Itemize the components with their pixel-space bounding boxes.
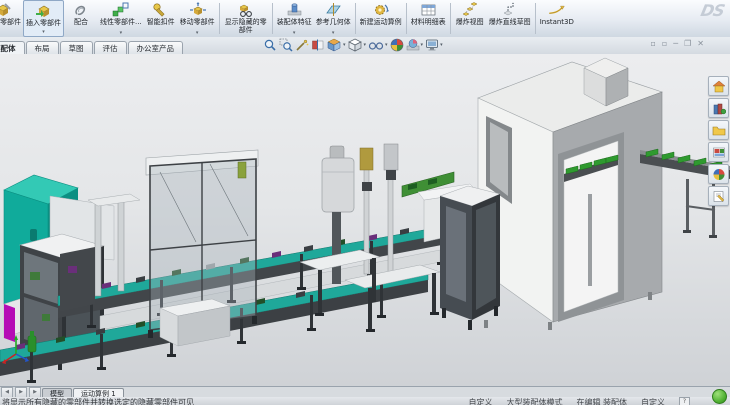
toolbar-separator — [219, 3, 220, 34]
notification-badge[interactable] — [712, 389, 727, 404]
status-bar: 将显示所有隐藏的零部件并转换选定的隐藏零部件可见 自定义 大型装配体模式 在编辑… — [0, 397, 730, 405]
dropdown-caret-icon[interactable]: ▾ — [364, 42, 367, 48]
tab-office-products[interactable]: 办公室产品 — [128, 41, 184, 54]
design-library-button[interactable] — [708, 98, 729, 118]
mate-button[interactable]: 配合 — [64, 0, 98, 37]
toolbar-separator — [355, 3, 356, 34]
bill-of-materials-button[interactable]: 材料明细表 — [409, 0, 448, 37]
tab-layout[interactable]: 布局 — [26, 41, 59, 54]
explode-line-sketch-button[interactable]: 爆炸直线草图 — [487, 0, 533, 37]
section-view-icon[interactable] — [311, 38, 325, 52]
smart-fasteners-icon — [152, 2, 169, 18]
zoom-to-area-icon[interactable] — [279, 38, 293, 52]
minimize-icon[interactable]: ─ — [673, 39, 678, 49]
restore-icon[interactable]: ❐ — [684, 39, 691, 49]
restore-doc-icon[interactable]: ▫ — [650, 39, 655, 49]
appearances-scenes-button[interactable] — [708, 164, 729, 184]
exploded-view-icon — [461, 2, 478, 18]
apply-scene-icon[interactable]: ▾ — [406, 38, 424, 52]
command-manager-tabs: 装配体 布局 草图 评估 办公室产品 ▾ ▾ — [0, 37, 730, 55]
display-style-icon[interactable]: ▾ — [348, 38, 367, 52]
toolbar-separator — [406, 3, 407, 34]
view-palette-button[interactable] — [708, 142, 729, 162]
status-editing-assembly: 在编辑 装配体 — [576, 397, 627, 405]
custom-properties-button[interactable] — [708, 186, 729, 206]
assembly-features-icon — [286, 2, 303, 18]
toolbar-separator — [272, 3, 273, 34]
command-manager-toolbar: 编辑零部件 插入零部件 ▾ 配合 线性零部件... — [0, 0, 730, 38]
instant3d-button[interactable]: Instant3D — [538, 0, 576, 37]
dropdown-caret-icon[interactable]: ▾ — [343, 42, 346, 48]
toolbar-separator — [535, 3, 536, 34]
front-table[interactable] — [160, 299, 230, 346]
dropdown-caret-icon[interactable]: ▾ — [385, 42, 388, 48]
new-motion-study-button[interactable]: 新建运动算例 — [358, 0, 404, 37]
bill-of-materials-icon — [420, 2, 437, 18]
status-message: 将显示所有隐藏的零部件并转换选定的隐藏零部件可见 — [2, 397, 194, 405]
view-orientation-icon[interactable]: ▾ — [327, 38, 346, 52]
hide-show-items-icon[interactable]: ▾ — [368, 38, 388, 52]
show-hidden-components-button[interactable]: 显示隐藏的零部件 — [222, 0, 270, 37]
assembly-3d-model — [0, 54, 730, 386]
solidworks-resources-button[interactable] — [708, 76, 729, 96]
insert-component-icon — [35, 3, 52, 19]
solidworks-window: 编辑零部件 插入零部件 ▾ 配合 线性零部件... — [0, 0, 730, 405]
mate-icon — [73, 2, 90, 18]
main-enclosure-machine[interactable] — [478, 58, 662, 330]
linear-pattern-button[interactable]: 线性零部件... ▾ — [98, 0, 144, 37]
dropdown-caret-icon[interactable]: ▾ — [440, 42, 443, 48]
edit-component-icon — [0, 2, 12, 18]
status-large-assembly-mode: 大型装配体模式 — [506, 397, 562, 405]
graphics-area[interactable] — [0, 54, 730, 386]
move-component-button[interactable]: 移动零部件 ▾ — [178, 0, 217, 37]
heads-up-view-toolbar: ▾ ▾ ▾ ▾ ▾ — [263, 38, 443, 52]
quick-tips-help-icon[interactable]: ? — [679, 397, 690, 405]
move-component-icon — [189, 2, 206, 18]
task-pane — [708, 76, 729, 206]
reference-geometry-icon — [325, 2, 342, 18]
status-right-items: 自定义 大型装配体模式 在编辑 装配体 自定义 ? — [468, 397, 690, 405]
assembly-features-button[interactable]: 装配体特征 ▾ — [275, 0, 314, 37]
show-hidden-components-icon — [237, 2, 254, 18]
edit-appearance-icon[interactable] — [390, 38, 404, 52]
instant3d-icon — [548, 2, 565, 18]
zoom-to-fit-icon[interactable] — [263, 38, 277, 52]
magnified-selection-icon[interactable] — [295, 38, 309, 52]
insert-component-button[interactable]: 插入零部件 ▾ — [23, 0, 64, 37]
status-custom: 自定义 — [468, 397, 492, 405]
explode-line-sketch-icon — [501, 2, 518, 18]
smart-fasteners-button[interactable]: 智能扣件 — [144, 0, 178, 37]
edit-component-button[interactable]: 编辑零部件 — [0, 0, 23, 37]
file-explorer-button[interactable] — [708, 120, 729, 140]
toolbar-separator — [450, 3, 451, 34]
document-window-controls: ▫ ▫ ─ ❐ ✕ — [650, 39, 704, 49]
reference-geometry-button[interactable]: 参考几何体 ▾ — [314, 0, 353, 37]
dassault-systemes-logo: DS — [699, 1, 726, 20]
view-settings-icon[interactable]: ▾ — [425, 38, 443, 52]
right-station-cabinet[interactable] — [440, 186, 500, 330]
tab-assembly[interactable]: 装配体 — [0, 41, 25, 54]
tab-sketch[interactable]: 草图 — [60, 41, 93, 54]
new-motion-study-icon — [372, 2, 389, 18]
cascade-icon[interactable]: ▫ — [662, 39, 667, 49]
status-custom-2[interactable]: 自定义 — [641, 397, 665, 405]
tab-evaluate[interactable]: 评估 — [94, 41, 127, 54]
dropdown-caret-icon[interactable]: ▾ — [421, 42, 424, 48]
dropdown-caret-icon[interactable]: ▾ — [42, 30, 45, 36]
exploded-view-button[interactable]: 爆炸视图 — [453, 0, 487, 37]
linear-pattern-icon — [112, 2, 129, 18]
close-icon[interactable]: ✕ — [697, 39, 704, 49]
